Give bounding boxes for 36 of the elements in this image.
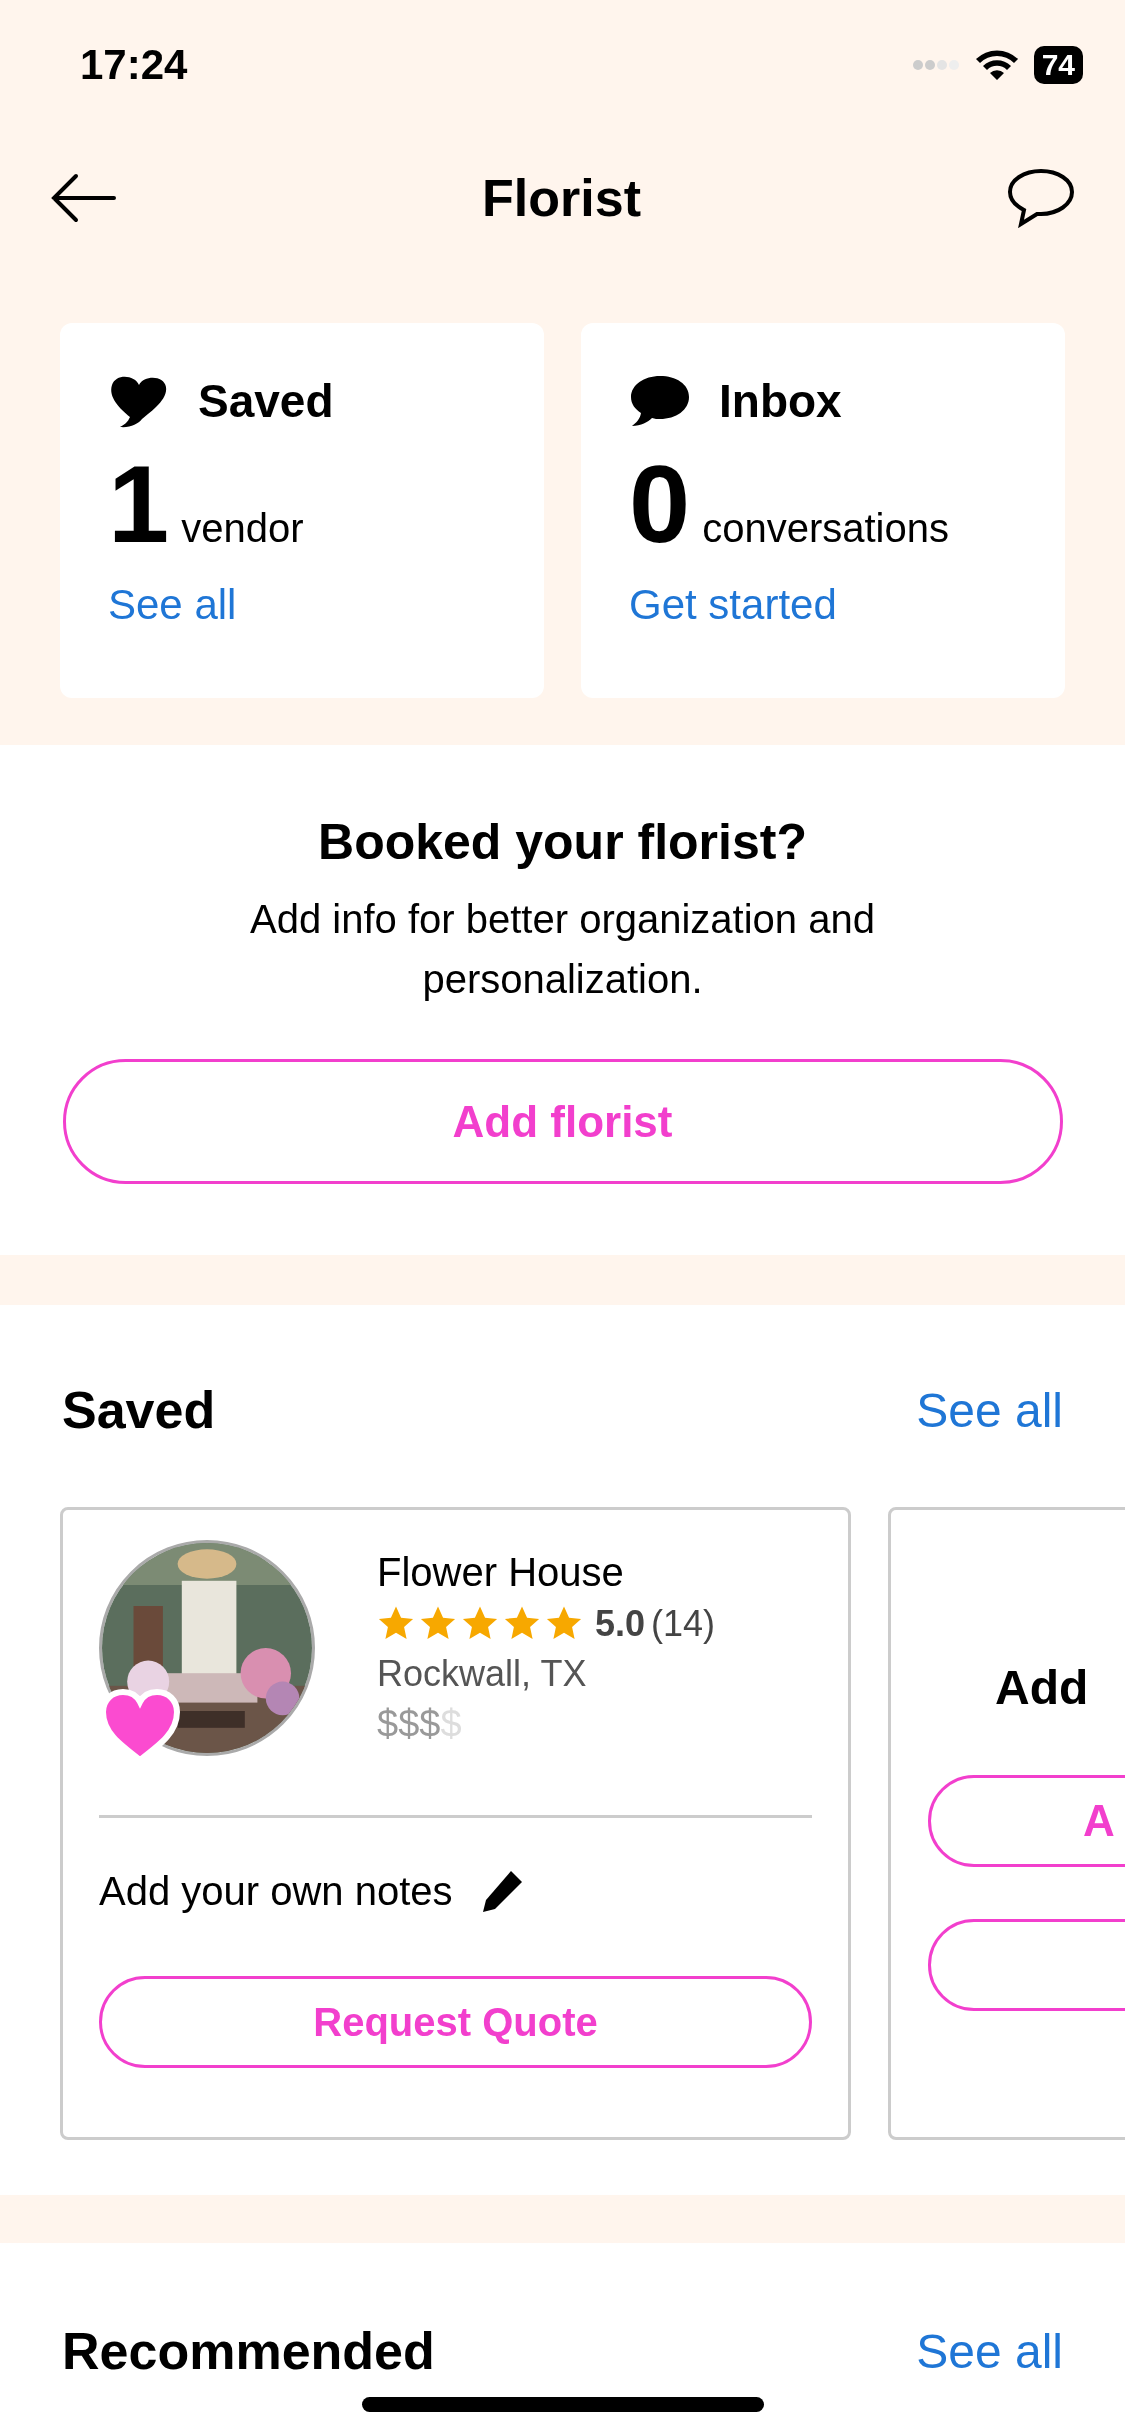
battery-level: 74 [1033,46,1083,84]
prompt-text: Add info for better organization and personalization. [249,896,876,1003]
review-count: (14) [651,1603,716,1645]
count-number: 0 [629,449,691,559]
back-arrow-icon[interactable] [50,172,116,223]
add-button[interactable]: A [928,1775,1125,1867]
add-florist-button[interactable]: Add florist [62,1059,1063,1184]
card-title: Add [994,1660,1090,1715]
section-heading: Recommended [62,2321,435,2381]
add-card[interactable]: Add A [888,1507,1125,2140]
count-number: 1 [108,449,170,559]
vendor-card[interactable]: Flower House 5.0 (14) Rockwall, TX $$$$ Add your own notes Request Quote [60,1507,851,2140]
count-unit: vendor [181,506,304,551]
status-time: 17:24 [80,41,188,89]
rating-value: 5.0 [595,1603,646,1645]
request-quote-button[interactable]: Request Quote [99,1976,812,2068]
card-title: Inbox [719,374,842,428]
see-all-link[interactable]: See all [916,2323,1063,2379]
chat-bubble-icon [629,373,691,429]
pencil-icon[interactable] [480,1868,525,1914]
prompt-heading: Booked your florist? [318,813,807,871]
card-title: Saved [198,374,334,428]
chat-bubble-icon[interactable] [1007,167,1075,228]
vendor-name: Flower House [377,1550,625,1595]
price-level: $$$$ [377,1703,463,1746]
count-unit: conversations [702,506,949,551]
vendor-location: Rockwall, TX [377,1653,588,1695]
notes-label[interactable]: Add your own notes [99,1868,453,1914]
signal-icon [911,58,960,72]
card-link[interactable]: See all [108,581,496,629]
see-all-link[interactable]: See all [916,1382,1063,1438]
card-link[interactable]: Get started [629,581,1017,629]
section-heading: Saved [62,1380,216,1440]
page-title: Florist [482,167,641,228]
summary-card[interactable]: Inbox 0 conversations Get started [581,323,1065,698]
summary-card[interactable]: Saved 1 vendor See all [60,323,544,698]
